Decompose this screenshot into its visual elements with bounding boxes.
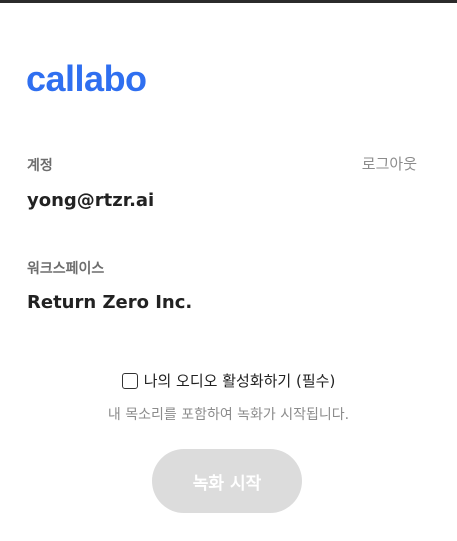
audio-consent-row[interactable]: 나의 오디오 활성화하기 (필수) (0, 370, 457, 391)
start-recording-button[interactable]: 녹화 시작 (152, 449, 302, 513)
recording-panel: callabo 계정 로그아웃 yong@rtzr.ai 워크스페이스 Retu… (0, 3, 457, 541)
account-email: yong@rtzr.ai (27, 190, 155, 211)
workspace-name: Return Zero Inc. (27, 292, 193, 313)
audio-consent-hint: 내 목소리를 포함하여 녹화가 시작됩니다. (107, 407, 350, 423)
audio-consent-checkbox[interactable] (121, 372, 138, 389)
account-label: 계정 (27, 158, 53, 174)
callabo-logo: callabo (26, 58, 147, 99)
audio-consent-label[interactable]: 나의 오디오 활성화하기 (필수) (144, 370, 336, 391)
workspace-label: 워크스페이스 (27, 261, 105, 277)
logout-link[interactable]: 로그아웃 (362, 153, 417, 174)
